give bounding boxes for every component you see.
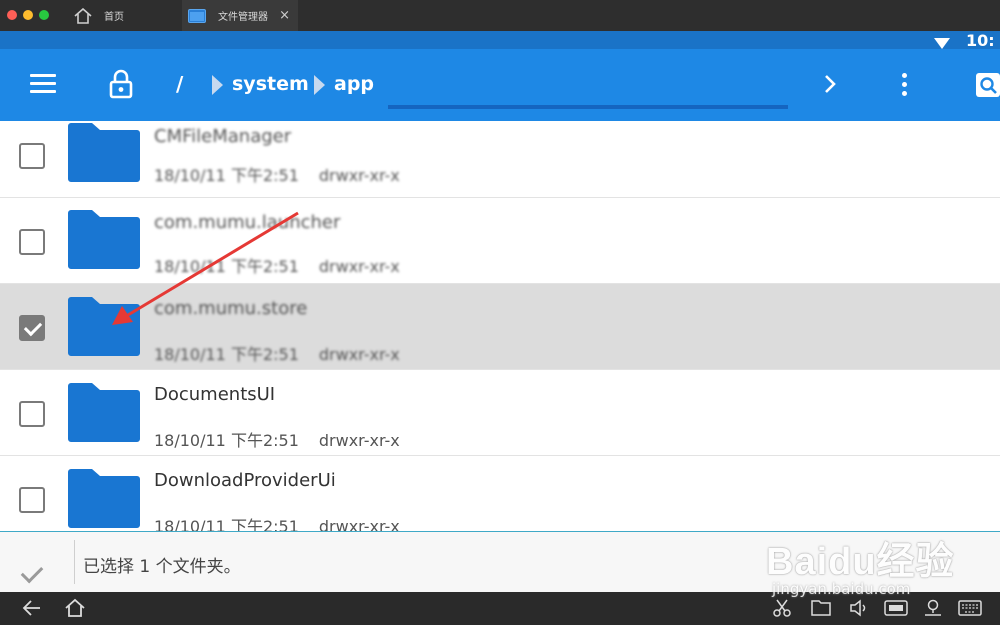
app-toolbar: / system app	[0, 49, 1000, 121]
more-dot	[902, 82, 907, 87]
file-date: 18/10/11 下午2:51	[154, 166, 299, 185]
file-permissions: drwxr-xr-x	[318, 166, 400, 185]
watermark-logo: Baidu经验	[766, 541, 955, 583]
file-row-1[interactable]: com.mumu.launcher 18/10/11 下午2:51 drwxr-x…	[0, 198, 1000, 284]
close-window-button[interactable]	[7, 10, 17, 20]
row-checkbox[interactable]	[19, 143, 45, 169]
home-icon[interactable]	[64, 598, 86, 622]
file-meta: 18/10/11 下午2:51 drwxr-xr-x	[154, 162, 400, 186]
breadcrumb-separator-icon	[212, 75, 223, 95]
file-name: CMFileManager	[154, 126, 292, 147]
file-permissions: drwxr-xr-x	[318, 431, 400, 450]
folder-icon	[68, 210, 140, 269]
emulator-tab-bar: 首页 文件管理器 ×	[0, 0, 1000, 31]
maximize-window-button[interactable]	[39, 10, 49, 20]
breadcrumb-system[interactable]: system	[232, 73, 309, 95]
close-tab-icon[interactable]: ×	[279, 9, 290, 22]
more-dot	[902, 73, 907, 78]
file-row-3[interactable]: DocumentsUI 18/10/11 下午2:51 drwxr-xr-x	[0, 370, 1000, 456]
tab-label: 首页	[104, 12, 124, 23]
divider	[74, 540, 75, 584]
house-icon	[74, 7, 92, 24]
more-dot	[902, 91, 907, 96]
file-permissions: drwxr-xr-x	[318, 257, 400, 276]
tab-home[interactable]: 首页	[68, 0, 180, 31]
status-bar: 10:	[0, 31, 1000, 50]
hamburger-icon	[30, 74, 56, 77]
folder-icon	[68, 469, 140, 528]
chevron-right-icon[interactable]	[822, 73, 838, 99]
file-meta: 18/10/11 下午2:51 drwxr-xr-x	[154, 427, 400, 451]
watermark-url: jingyan.baidu.com	[772, 580, 911, 598]
window-controls	[7, 10, 49, 20]
file-date: 18/10/11 下午2:51	[154, 431, 299, 450]
file-row-2[interactable]: com.mumu.store 18/10/11 下午2:51 drwxr-xr-x	[0, 284, 1000, 370]
file-name: com.mumu.launcher	[154, 212, 341, 233]
file-permissions: drwxr-xr-x	[318, 345, 400, 364]
breadcrumb-root[interactable]: /	[176, 72, 183, 96]
file-list: CMFileManager 18/10/11 下午2:51 drwxr-xr-x …	[0, 121, 1000, 536]
confirm-check-icon[interactable]	[20, 560, 44, 584]
breadcrumb-app[interactable]: app	[334, 73, 374, 95]
menu-button[interactable]	[30, 74, 58, 96]
file-meta: 18/10/11 下午2:51 drwxr-xr-x	[154, 341, 400, 365]
file-date: 18/10/11 下午2:51	[154, 345, 299, 364]
file-row-0[interactable]: CMFileManager 18/10/11 下午2:51 drwxr-xr-x	[0, 112, 1000, 198]
folder-icon	[68, 297, 140, 356]
file-date: 18/10/11 下午2:51	[154, 257, 299, 276]
back-icon[interactable]	[22, 598, 42, 622]
folder-icon	[68, 123, 140, 182]
lock-icon[interactable]	[108, 69, 134, 103]
search-icon[interactable]	[976, 71, 1000, 103]
folder-tab-icon	[188, 8, 206, 23]
breadcrumb-separator-icon	[314, 75, 325, 95]
file-name: DownloadProviderUi	[154, 470, 336, 491]
tab-file-manager[interactable]: 文件管理器 ×	[182, 0, 298, 31]
file-name: DocumentsUI	[154, 384, 276, 405]
row-checkbox[interactable]	[19, 229, 45, 255]
row-checkbox[interactable]	[19, 487, 45, 513]
more-options-icon[interactable]	[902, 73, 910, 100]
row-checkbox-checked[interactable]	[19, 315, 45, 341]
baidu-watermark: Baidu经验 jingyan.baidu.com	[748, 522, 968, 602]
hamburger-icon-line	[30, 90, 56, 93]
file-name: com.mumu.store	[154, 298, 308, 319]
minimize-window-button[interactable]	[23, 10, 33, 20]
hamburger-icon-line	[30, 82, 56, 85]
row-checkbox[interactable]	[19, 401, 45, 427]
loading-progress-bar	[388, 105, 788, 109]
tab-label: 文件管理器	[218, 12, 268, 23]
status-time: 10:	[966, 31, 995, 50]
selection-status: 已选择 1 个文件夹。	[83, 557, 241, 577]
file-meta: 18/10/11 下午2:51 drwxr-xr-x	[154, 253, 400, 277]
folder-icon	[68, 383, 140, 442]
